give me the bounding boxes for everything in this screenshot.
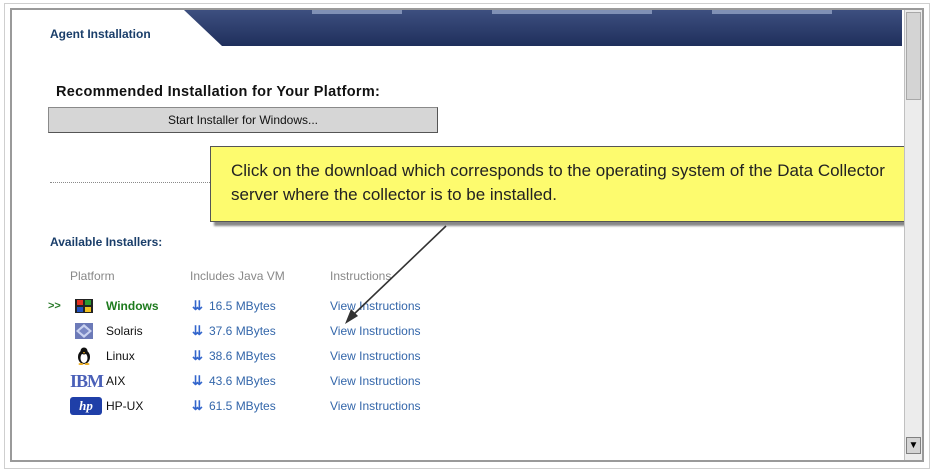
callout-pointer-arrow xyxy=(345,225,447,324)
scrollbar-thumb[interactable] xyxy=(906,12,921,100)
browser-content-frame: Agent Installation Recommended Installat… xyxy=(10,8,924,462)
vertical-scrollbar[interactable]: ▼ xyxy=(904,10,922,460)
scroll-down-arrow-icon[interactable]: ▼ xyxy=(906,437,921,454)
